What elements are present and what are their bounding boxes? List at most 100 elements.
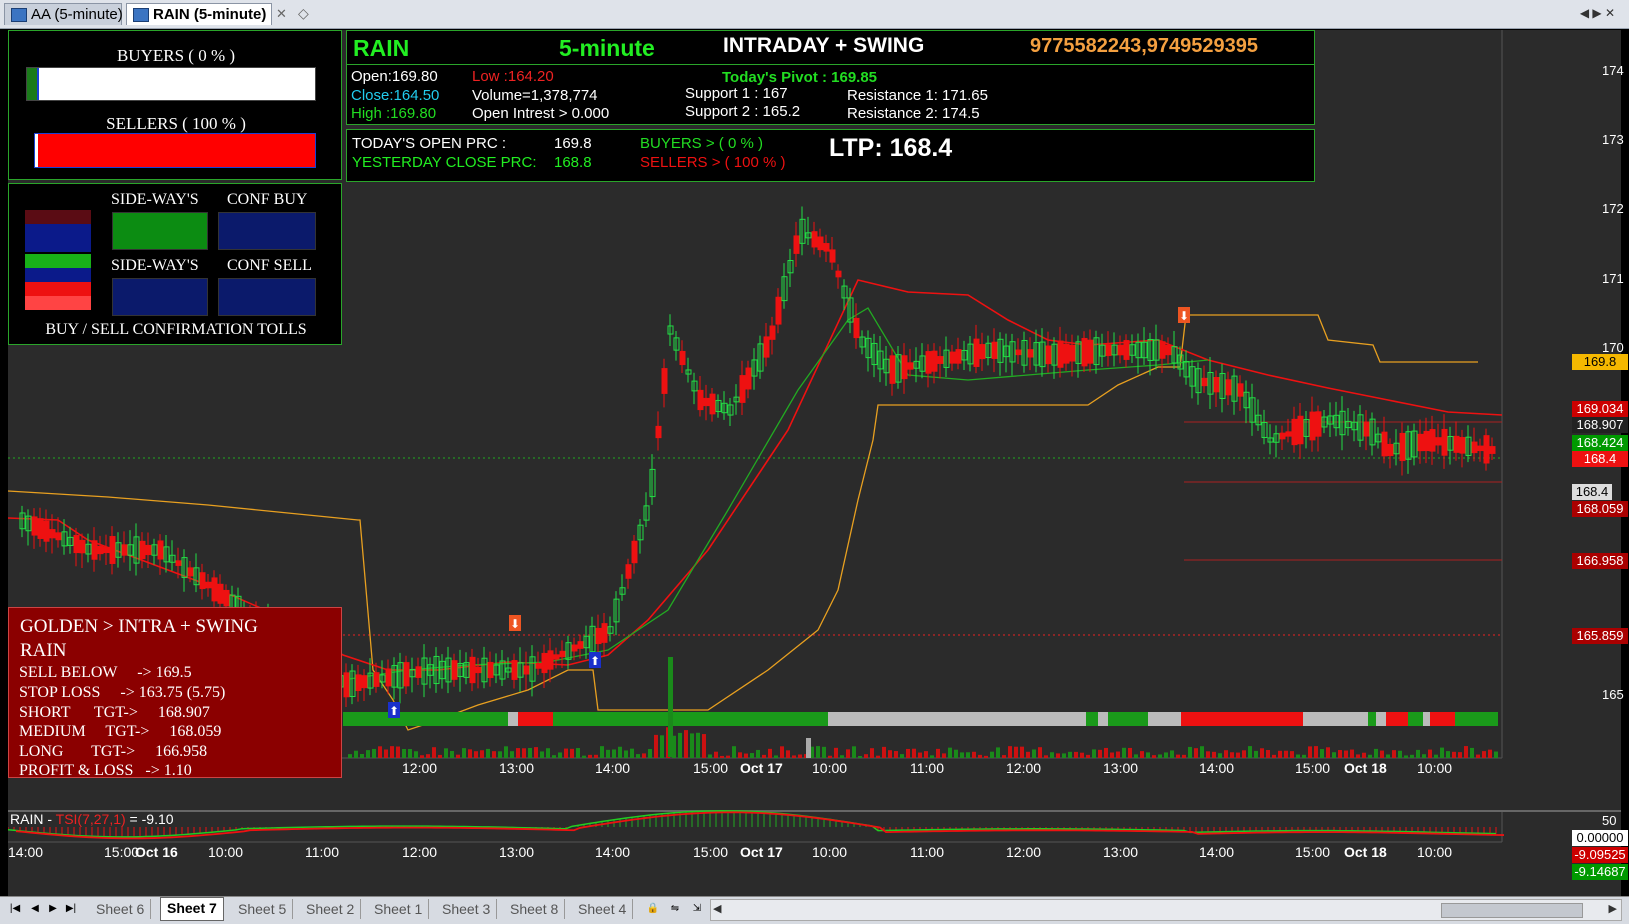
support2-value: Support 2 : 165.2 [685, 103, 801, 120]
candle-body [97, 545, 104, 555]
volume-bar [852, 746, 856, 758]
candle-body [73, 534, 80, 554]
signal-bar [25, 268, 91, 282]
prev-sheet-icon[interactable]: ◀ [28, 901, 42, 917]
interval-title: 5-minute [559, 35, 655, 61]
candle-body [1423, 430, 1430, 452]
sheet-tab-7[interactable]: Sheet 7 [160, 897, 224, 921]
new-tab-icon[interactable]: ◇ [298, 5, 309, 22]
next-sheet-icon[interactable]: ▶ [46, 901, 60, 917]
candle-body [1087, 339, 1094, 364]
volume-bar [612, 749, 616, 758]
volume-bar [1374, 748, 1378, 758]
volume-bar [498, 751, 502, 758]
candle-body [121, 544, 128, 556]
volume-bar [1050, 752, 1054, 758]
time-tick: Oct 16 [135, 844, 178, 860]
volume-bar [1488, 749, 1492, 758]
volume-bar [1212, 751, 1216, 758]
volume-bar [1044, 755, 1048, 758]
candle-body [631, 540, 638, 564]
candle-body [535, 663, 542, 669]
trend-strip-segment [518, 712, 553, 726]
candle-body [385, 668, 392, 687]
volume-bar [372, 748, 376, 758]
volume-bar [678, 732, 682, 758]
lock-icon[interactable]: 🔒 [646, 901, 660, 917]
time-tick: Oct 17 [740, 760, 783, 776]
volume-bar [606, 749, 610, 758]
pivot-value: Today's Pivot : 169.85 [722, 69, 878, 86]
sheet-tab-8[interactable]: Sheet 8 [504, 899, 566, 919]
sync-icon[interactable]: ⇲ [690, 901, 704, 917]
candle-body [1441, 428, 1448, 456]
volume-bar [582, 755, 586, 758]
close-tab-icon[interactable]: ✕ [276, 6, 287, 22]
conf-buy-label: CONF BUY [227, 191, 308, 208]
volume-bar [1476, 754, 1480, 758]
first-sheet-icon[interactable]: |◀ [8, 901, 22, 917]
volume-bar [750, 753, 754, 758]
volume-bar [882, 746, 886, 758]
volume-bar [1380, 750, 1384, 758]
candle-body [1279, 432, 1286, 440]
volume-bar [504, 746, 508, 758]
time-tick: 15:00 [693, 844, 729, 860]
candle-body [511, 660, 518, 680]
chart-area[interactable]: ⬆ ⬆ ⬇ ⬇ 174 173 172 171 170 165 169.8 169.0… [8, 30, 1628, 896]
tab-scroll-arrows[interactable]: ◀ ▶ ✕ [1580, 6, 1615, 20]
scroll-left-icon[interactable]: ◀ [713, 902, 721, 915]
candle-body [79, 539, 86, 554]
volume-bar [558, 752, 562, 758]
volume-bar [792, 755, 796, 758]
buyers-sellers-panel: BUYERS ( 0 % ) SELLERS ( 100 % ) [8, 30, 342, 180]
volume-bar [588, 754, 592, 758]
volume-bar [1056, 753, 1060, 758]
candle-body [937, 356, 944, 364]
volume-bar [540, 751, 544, 758]
horizontal-scrollbar[interactable]: ◀ ▶ [710, 899, 1622, 921]
candle-body [223, 589, 230, 607]
volume-bar [744, 753, 748, 758]
sheet-tab-2[interactable]: Sheet 2 [300, 899, 362, 919]
volume-bar [1452, 751, 1456, 758]
time-tick: 10:00 [1417, 760, 1453, 776]
candle-body [1057, 340, 1064, 368]
sheet-tab-3[interactable]: Sheet 3 [436, 899, 498, 919]
volume-bar [1134, 754, 1138, 758]
volume-bar [1236, 752, 1240, 758]
candle-body [43, 520, 50, 542]
link-icon[interactable]: ⇋ [668, 901, 682, 917]
candle-body [1381, 431, 1388, 457]
open-value: Open:169.80 [351, 68, 438, 85]
volume-bar [642, 753, 646, 758]
candle-body [1291, 418, 1298, 446]
volume-bar [432, 747, 436, 758]
signal-bar [25, 238, 91, 252]
time-tick: 12:00 [1006, 844, 1042, 860]
tab-rain-5-minute[interactable]: RAIN (5-minute) [126, 3, 272, 25]
trend-strip-segment [1430, 712, 1455, 726]
sell-arrow-icon: ⬇ [510, 617, 520, 631]
scroll-thumb[interactable] [1441, 903, 1583, 918]
volume-bar [396, 746, 400, 758]
price-label: 168.424 [1572, 435, 1628, 451]
volume-bar [684, 730, 688, 758]
trend-strip-segment [1181, 712, 1303, 726]
price-tick: 171 [1602, 271, 1624, 286]
tab-aa-5-minute[interactable]: AA (5-minute) [4, 3, 123, 25]
volume-bar [1122, 747, 1126, 758]
last-sheet-icon[interactable]: ▶| [64, 901, 78, 917]
volume-bar [1494, 751, 1498, 758]
volume-bar [1254, 750, 1258, 758]
sheet-tab-5[interactable]: Sheet 5 [232, 899, 294, 919]
candle-body [793, 235, 800, 254]
price-label: 169.034 [1572, 401, 1628, 417]
pane-divider[interactable] [8, 810, 1621, 812]
sell-below-row: SELL BELOW -> 169.5 [19, 664, 192, 681]
sheet-tab-1[interactable]: Sheet 1 [368, 899, 430, 919]
volume-bar [1386, 754, 1390, 758]
sheet-tab-4[interactable]: Sheet 4 [572, 899, 634, 919]
scroll-right-icon[interactable]: ▶ [1609, 902, 1617, 915]
sheet-tab-6[interactable]: Sheet 6 [90, 899, 152, 919]
